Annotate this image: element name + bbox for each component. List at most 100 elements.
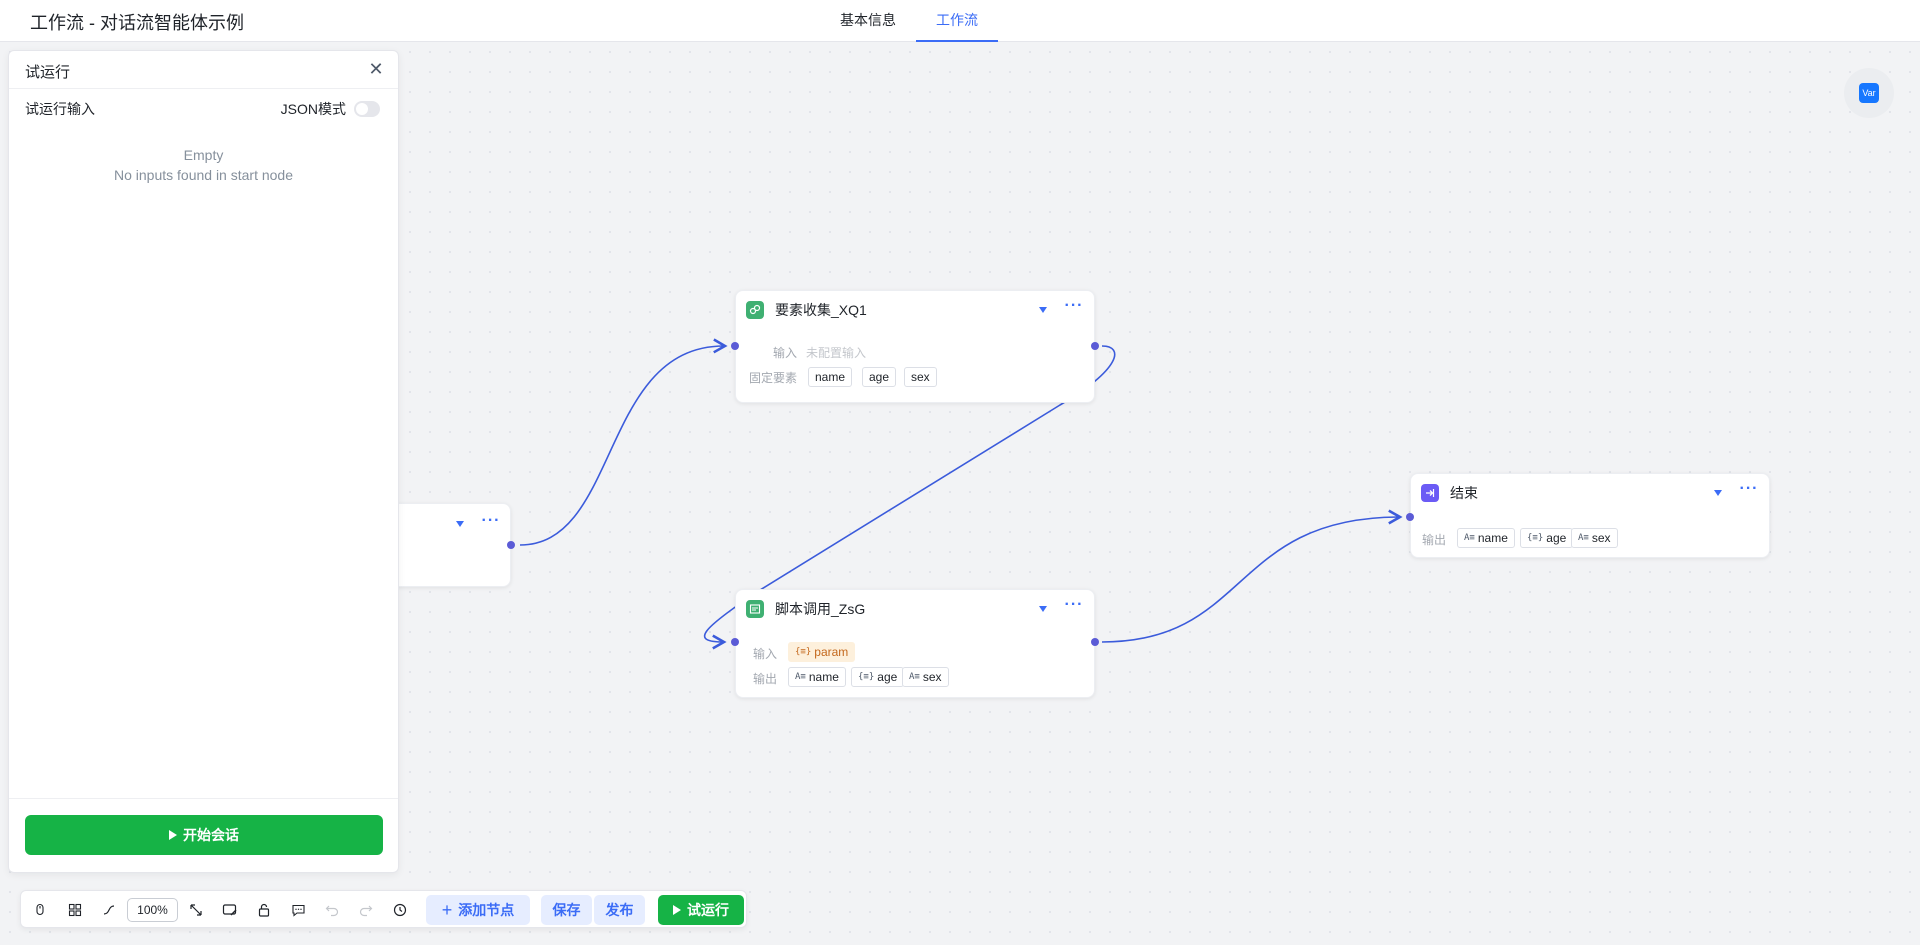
plus-icon: + <box>441 899 453 920</box>
start-node-output-port[interactable] <box>507 541 515 549</box>
empty-description: No inputs found in start node <box>113 167 293 183</box>
tab-basic-info[interactable]: 基本信息 <box>820 0 916 42</box>
header-tabs: 基本信息 工作流 <box>820 0 998 42</box>
test-run-label: 试运行 <box>687 902 729 918</box>
end-node-collapse-icon[interactable] <box>1714 490 1722 496</box>
script-input-label: 输入 <box>753 647 778 661</box>
collect-node-title: 要素收集_XQ1 <box>775 302 867 318</box>
json-mode-toggle[interactable] <box>354 101 380 117</box>
var-icon: Var <box>1859 83 1879 103</box>
tag-text: name <box>808 670 839 684</box>
end-node-header: 结束 ··· <box>1411 474 1769 510</box>
script-node-output-port[interactable] <box>1091 638 1099 646</box>
test-run-button[interactable]: 试运行 <box>658 895 744 925</box>
collect-input-placeholder: 未配置输入 <box>806 346 867 360</box>
collect-node-more-icon[interactable]: ··· <box>1064 298 1084 317</box>
collect-node-header: 要素收集_XQ1 ··· <box>736 291 1094 327</box>
empty-title: Empty <box>183 147 224 163</box>
minimap-icon[interactable] <box>63 898 87 922</box>
collect-node-output-port[interactable] <box>1091 342 1099 350</box>
mouse-mode-icon[interactable] <box>28 898 52 922</box>
start-node[interactable]: ··· <box>395 503 511 587</box>
object-type-icon: {≡} <box>1527 533 1544 543</box>
tag-text: sex <box>922 670 942 684</box>
script-output-tag-name: A≡ name <box>788 667 846 687</box>
end-output-label: 输出 <box>1422 533 1447 547</box>
collect-input-label: 输入 <box>773 346 798 360</box>
collect-node-collapse-icon[interactable] <box>1039 307 1047 313</box>
tag-text: name <box>1477 531 1508 545</box>
zoom-level[interactable]: 100% <box>127 898 178 922</box>
add-node-label: 添加节点 <box>458 902 515 918</box>
end-output-tag-name: A≡ name <box>1457 528 1515 548</box>
json-mode-label: JSON模式 <box>280 101 346 117</box>
save-button[interactable]: 保存 <box>541 895 592 925</box>
test-run-input-label: 试运行输入 <box>25 101 95 117</box>
tag-text: sex <box>911 370 930 384</box>
string-type-icon: A≡ <box>909 672 920 682</box>
collect-node[interactable]: 要素收集_XQ1 ··· 输入 未配置输入 固定要素 name age sex <box>735 290 1095 403</box>
script-node-collapse-icon[interactable] <box>1039 606 1047 612</box>
script-node-input-port[interactable] <box>731 638 739 646</box>
string-type-icon: A≡ <box>795 672 806 682</box>
object-type-icon: {≡} <box>795 647 812 657</box>
tag-text: age <box>1546 531 1567 545</box>
add-node-button[interactable]: + 添加节点 <box>426 895 530 925</box>
end-output-tag-age: {≡} age <box>1520 528 1574 548</box>
var-button[interactable]: Var <box>1844 68 1894 118</box>
script-node-icon <box>746 600 764 618</box>
collect-fixed-tag-name: name <box>808 367 853 387</box>
script-output-tag-age: {≡} age <box>851 667 905 687</box>
collect-fixed-tag-age: age <box>862 367 897 387</box>
end-node-input-port[interactable] <box>1406 513 1414 521</box>
end-node-title: 结束 <box>1450 485 1478 501</box>
start-node-collapse-icon[interactable] <box>456 521 464 527</box>
end-output-tag-sex: A≡ sex <box>1571 528 1618 548</box>
app-title: 工作流 - 对话流智能体示例 <box>30 13 244 33</box>
tag-text: param <box>814 645 849 659</box>
collect-fixed-label: 固定要素 <box>749 371 798 385</box>
publish-button[interactable]: 发布 <box>594 895 645 925</box>
test-run-panel: 试运行 ✕ 试运行输入 JSON模式 Empty No inputs found… <box>8 50 399 873</box>
tab-workflow[interactable]: 工作流 <box>916 0 998 42</box>
panel-title: 试运行 <box>25 64 71 81</box>
end-node[interactable]: 结束 ··· 输出 A≡ name {≡} age A≡ sex <box>1410 473 1770 558</box>
script-input-tag-param: {≡} param <box>788 642 856 662</box>
start-conversation-button[interactable]: 开始会话 <box>25 815 383 855</box>
save-label: 保存 <box>552 902 581 918</box>
script-node[interactable]: 脚本调用_ZsG ··· 输入 {≡} param 输出 A≡ name {≡}… <box>735 589 1095 698</box>
string-type-icon: A≡ <box>1578 533 1589 543</box>
tag-text: sex <box>1591 531 1611 545</box>
collect-node-icon <box>746 301 764 319</box>
tag-text: name <box>815 370 846 384</box>
bottom-toolbar: 100% + 添加节点 保存 发布 试运行 <box>20 890 747 928</box>
fit-view-icon[interactable] <box>184 898 208 922</box>
script-output-label: 输出 <box>753 672 778 686</box>
add-note-icon[interactable] <box>218 898 242 922</box>
play-icon <box>673 905 681 915</box>
redo-icon[interactable] <box>354 898 378 922</box>
collect-fixed-tag-sex: sex <box>904 367 937 387</box>
collect-node-input-port[interactable] <box>731 342 739 350</box>
start-node-more-icon[interactable]: ··· <box>481 513 501 532</box>
script-node-more-icon[interactable]: ··· <box>1064 597 1084 616</box>
start-conversation-label: 开始会话 <box>183 827 239 843</box>
script-node-title: 脚本调用_ZsG <box>775 601 866 617</box>
script-node-header: 脚本调用_ZsG ··· <box>736 590 1094 626</box>
tag-text: age <box>877 670 898 684</box>
string-type-icon: A≡ <box>1464 533 1475 543</box>
tag-text: age <box>869 370 890 384</box>
lock-icon[interactable] <box>252 898 276 922</box>
undo-icon[interactable] <box>320 898 344 922</box>
comment-icon[interactable] <box>286 898 310 922</box>
end-node-more-icon[interactable]: ··· <box>1739 481 1759 500</box>
object-type-icon: {≡} <box>858 672 875 682</box>
close-icon[interactable]: ✕ <box>364 57 388 81</box>
line-style-icon[interactable] <box>97 898 121 922</box>
history-icon[interactable] <box>388 898 412 922</box>
publish-label: 发布 <box>605 902 634 918</box>
panel-header: 试运行 ✕ <box>9 51 398 89</box>
panel-footer: 开始会话 <box>9 798 398 872</box>
top-header: 工作流 - 对话流智能体示例 基本信息 工作流 <box>0 0 1920 42</box>
script-output-tag-sex: A≡ sex <box>902 667 949 687</box>
